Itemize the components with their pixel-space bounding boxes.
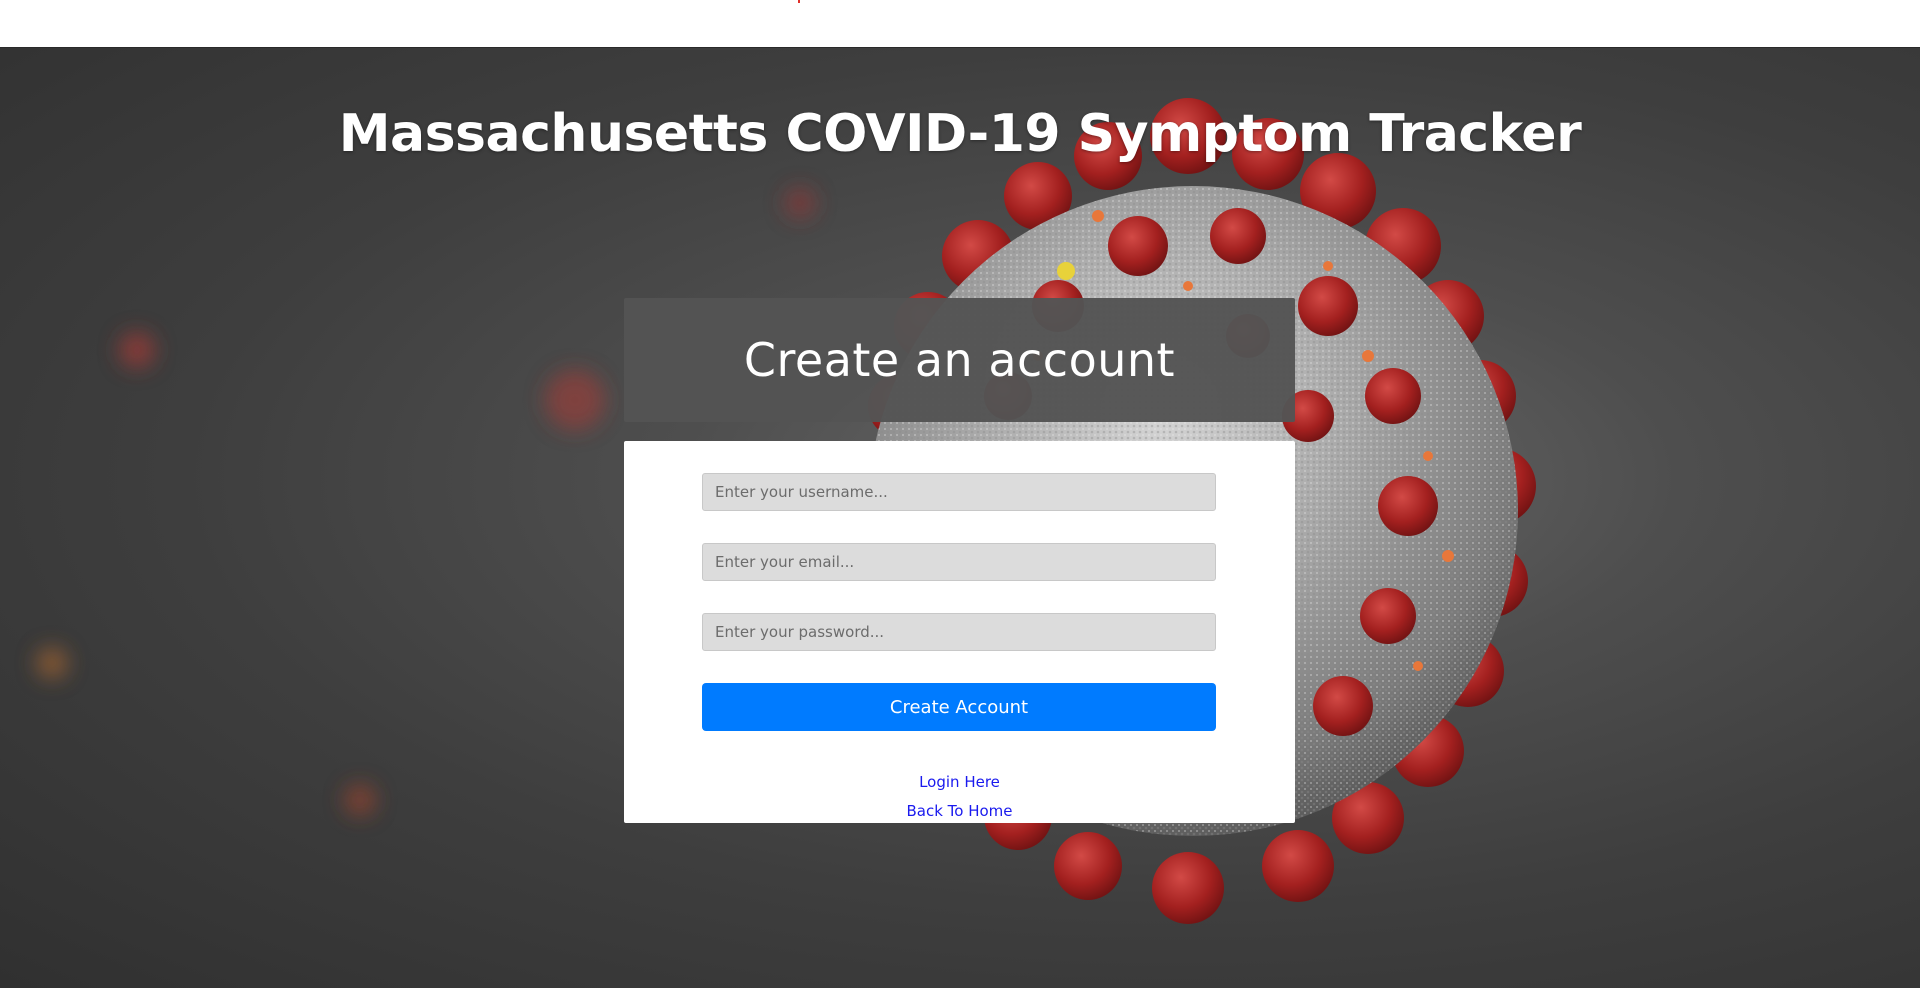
form-header: Create an account <box>624 298 1295 422</box>
hero-background: Massachusetts COVID-19 Symptom Tracker C… <box>0 48 1920 988</box>
back-to-home-link[interactable]: Back To Home <box>624 802 1295 820</box>
form-heading: Create an account <box>743 333 1176 387</box>
login-link[interactable]: Login Here <box>624 773 1295 791</box>
signup-form: Create Account Login Here Back To Home <box>624 441 1295 823</box>
create-account-button[interactable]: Create Account <box>702 683 1216 731</box>
top-bar <box>0 0 1920 48</box>
top-bar-marker <box>798 0 800 3</box>
email-input[interactable] <box>702 543 1216 581</box>
username-input[interactable] <box>702 473 1216 511</box>
page-title: Massachusetts COVID-19 Symptom Tracker <box>338 104 1582 164</box>
password-input[interactable] <box>702 613 1216 651</box>
